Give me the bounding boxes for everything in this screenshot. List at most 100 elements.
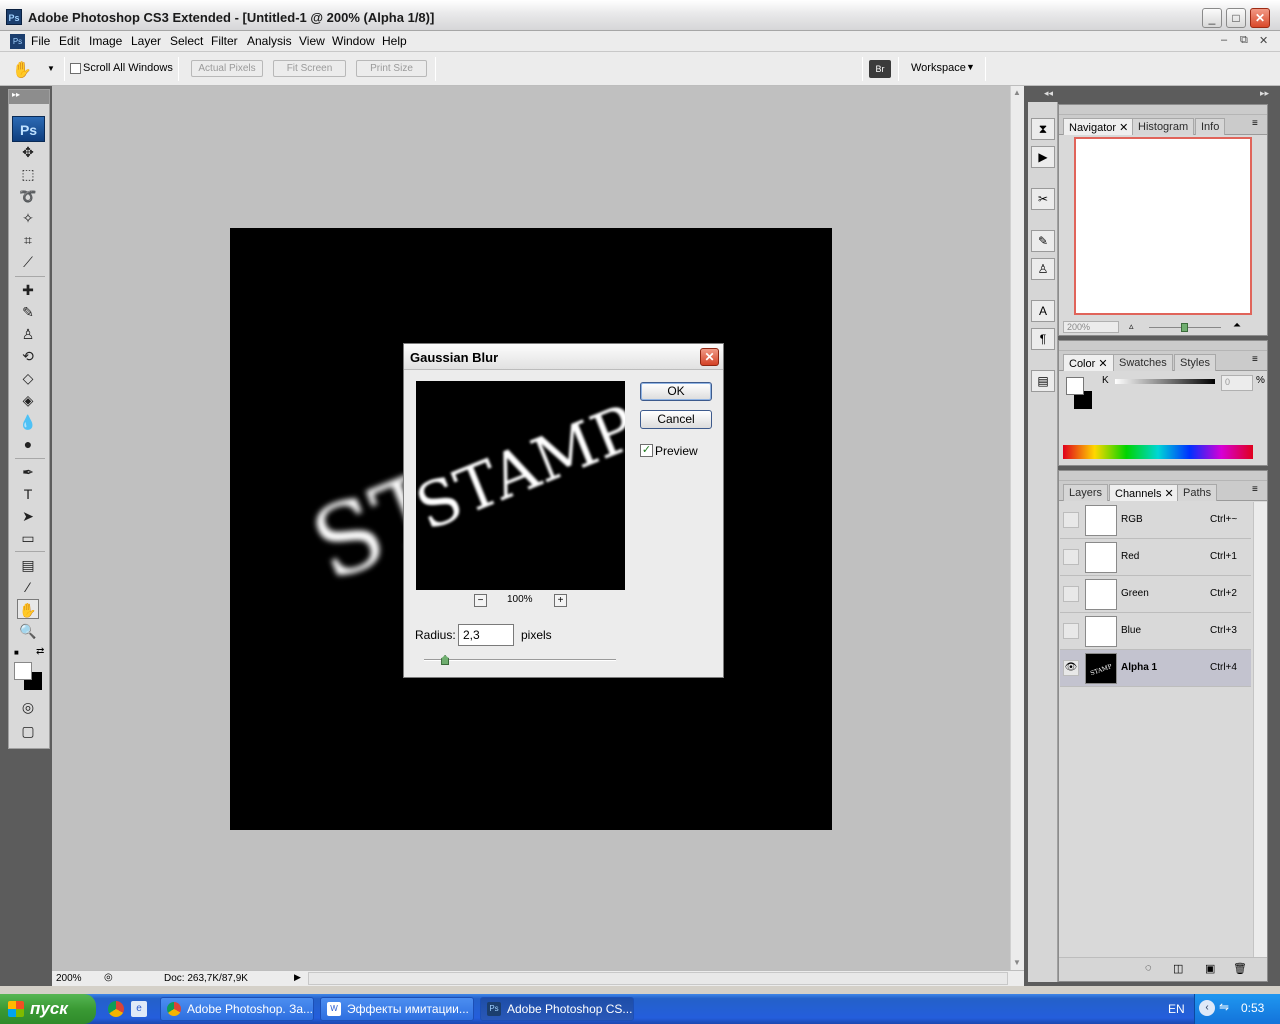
navigator-preview[interactable] [1074,137,1252,315]
blur-tool-icon[interactable]: 💧 [17,412,39,432]
doc-restore-icon[interactable]: ⧉ [1240,34,1248,47]
menu-image[interactable]: Image [89,34,122,48]
quick-mask-icon[interactable]: ◎ [17,697,39,717]
clone-stamp-tool-icon[interactable]: ♙ [17,324,39,344]
actual-pixels-button[interactable]: Actual Pixels [191,60,263,77]
status-zoom[interactable]: 200% [56,973,82,984]
screen-mode-icon[interactable]: ▢ [17,721,39,741]
doc-close-icon[interactable]: ✕ [1259,34,1268,47]
zoom-tool-icon[interactable]: 🔍 [17,621,39,641]
ie-quicklaunch-icon[interactable]: e [131,1001,147,1017]
history-brush-tool-icon[interactable]: ⟲ [17,346,39,366]
eyedropper-tool-icon[interactable]: ⁄ [17,577,39,597]
navigator-zoom-thumb[interactable] [1180,323,1188,332]
history-panel-icon[interactable]: ⧗ [1031,118,1055,140]
tab-swatches[interactable]: Swatches [1113,354,1173,371]
task-photoshop-article[interactable]: Adobe Photoshop. За... [160,997,314,1021]
tab-color[interactable]: Color ✕ [1063,354,1114,371]
status-menu-icon[interactable]: ▶ [294,972,301,983]
paragraph-panel-icon[interactable]: ¶ [1031,328,1055,350]
channels-scrollbar[interactable] [1253,502,1267,957]
tool-presets-panel-icon[interactable]: ✂ [1031,188,1055,210]
task-word-document[interactable]: W Эффекты имитации... [320,997,474,1021]
layer-comps-panel-icon[interactable]: ▤ [1031,370,1055,392]
zoom-out-icon[interactable]: ▵ [1129,321,1134,332]
magic-wand-tool-icon[interactable]: ✧ [17,208,39,228]
ok-button[interactable]: OK [640,382,712,401]
doc-minimize-icon[interactable]: – [1221,34,1227,46]
scroll-down-icon[interactable]: ▼ [1013,958,1021,967]
panel-menu-icon[interactable]: ≡ [1252,354,1258,365]
healing-brush-tool-icon[interactable]: ✚ [17,280,39,300]
channel-row-alpha-1[interactable]: 👁 STAMP Alpha 1 Ctrl+4 [1060,650,1251,687]
path-selection-tool-icon[interactable]: ➤ [17,506,39,526]
tab-histogram[interactable]: Histogram [1132,118,1195,135]
dock-collapse-icon[interactable]: ◂◂ [1044,88,1053,99]
slice-tool-icon[interactable]: ⟋ [17,252,39,272]
visibility-eye-icon[interactable] [1063,623,1079,639]
menu-view[interactable]: View [299,34,325,48]
photoshop-logo[interactable]: Ps [12,116,45,142]
bridge-icon[interactable]: Br [869,60,891,78]
blur-preview[interactable]: STAMP [416,381,625,590]
preview-checkbox[interactable]: ✓ [640,444,653,457]
tab-paths[interactable]: Paths [1177,484,1218,501]
navigator-zoom-field[interactable]: 200% [1063,321,1119,333]
eraser-tool-icon[interactable]: ◇ [17,368,39,388]
brush-tool-icon[interactable]: ✎ [17,302,39,322]
scroll-up-icon[interactable]: ▲ [1013,88,1021,97]
visibility-eye-icon[interactable]: 👁 [1063,660,1079,676]
actions-panel-icon[interactable]: ▶ [1031,146,1055,168]
new-channel-icon[interactable]: ▣ [1205,962,1215,975]
color-fg-swatch[interactable] [1066,377,1084,395]
channel-row-blue[interactable]: Blue Ctrl+3 [1060,613,1251,650]
dock-expand-icon[interactable]: ▸▸ [1260,88,1269,99]
color-spectrum-bar[interactable] [1063,445,1253,459]
crop-tool-icon[interactable]: ⌗ [17,230,39,250]
foreground-color-swatch[interactable] [14,662,32,680]
menu-layer[interactable]: Layer [131,34,161,48]
close-button[interactable]: ✕ [1250,8,1270,28]
chrome-quicklaunch-icon[interactable] [108,1001,124,1017]
channel-row-green[interactable]: Green Ctrl+2 [1060,576,1251,613]
paint-bucket-tool-icon[interactable]: ◈ [17,390,39,410]
character-panel-icon[interactable]: A [1031,300,1055,322]
zoom-out-button[interactable]: − [474,594,487,607]
dodge-tool-icon[interactable]: ● [17,434,39,454]
move-tool-icon[interactable]: ✥ [17,142,39,162]
default-colors-icon[interactable]: ■ [14,648,19,657]
menu-file[interactable]: File [31,34,50,48]
notes-tool-icon[interactable]: ▤ [17,555,39,575]
minimize-button[interactable]: _ [1202,8,1222,28]
shape-tool-icon[interactable]: ▭ [17,528,39,548]
k-channel-slider[interactable] [1115,379,1215,384]
brushes-panel-icon[interactable]: ✎ [1031,230,1055,252]
language-indicator[interactable]: EN [1168,1002,1185,1016]
zoom-in-icon[interactable]: ⏶ [1233,320,1241,331]
type-tool-icon[interactable]: T [17,484,39,504]
clone-source-panel-icon[interactable]: ♙ [1031,258,1055,280]
visibility-eye-icon[interactable] [1063,512,1079,528]
radius-input[interactable]: 2,3 [458,624,514,646]
maximize-button[interactable]: □ [1226,8,1246,28]
k-value-input[interactable]: 0 [1221,375,1253,391]
tab-channels[interactable]: Channels ✕ [1109,484,1180,501]
tab-styles[interactable]: Styles [1174,354,1216,371]
menu-window[interactable]: Window [332,34,375,48]
visibility-eye-icon[interactable] [1063,586,1079,602]
fit-screen-button[interactable]: Fit Screen [273,60,346,77]
menu-select[interactable]: Select [170,34,203,48]
menu-filter[interactable]: Filter [211,34,238,48]
marquee-tool-icon[interactable]: ⬚ [17,164,39,184]
document-icon[interactable]: Ps [10,34,25,49]
menu-analysis[interactable]: Analysis [247,34,292,48]
menu-edit[interactable]: Edit [59,34,80,48]
visibility-eye-icon[interactable] [1063,549,1079,565]
print-size-button[interactable]: Print Size [356,60,427,77]
tool-preset-dropdown-icon[interactable]: ▼ [47,64,55,73]
tray-back-icon[interactable]: ‹ [1199,1000,1215,1016]
panel-menu-icon[interactable]: ≡ [1252,484,1258,495]
tab-navigator[interactable]: Navigator ✕ [1063,118,1135,135]
tab-layers[interactable]: Layers [1063,484,1109,501]
task-photoshop-cs3[interactable]: Ps Adobe Photoshop CS... [480,997,634,1021]
